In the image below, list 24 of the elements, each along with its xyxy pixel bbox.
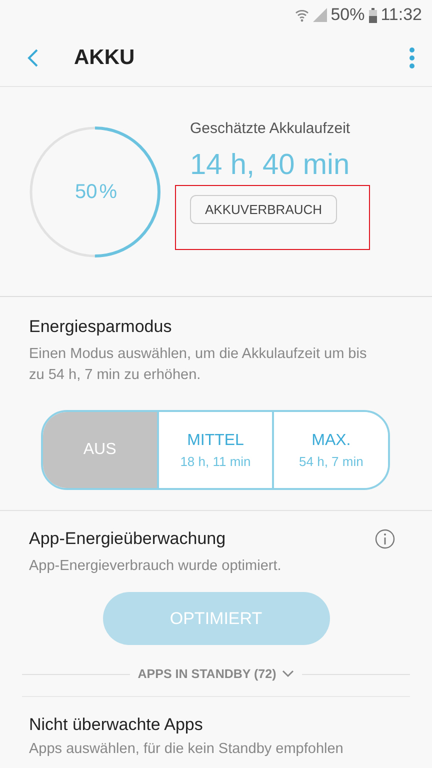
mode-option[interactable]: MITTEL 18 h, 11 min: [156, 412, 272, 488]
mode-option[interactable]: AUS: [43, 412, 157, 488]
section-title: App-Energieüberwachung: [29, 529, 226, 549]
battery-icon: [368, 8, 377, 22]
screen-title: AKKU: [74, 46, 136, 70]
clock-time: 11:32: [380, 5, 422, 25]
battery-percent: 50%: [330, 5, 365, 25]
section-description: Einen Modus auswählen, um die Akkulaufzeit um bis zu 54 h, 7 min zu erhöhen.: [29, 345, 368, 385]
signal-icon: [312, 8, 327, 22]
battery-usage-button[interactable]: AKKUVERBRAUCH: [190, 194, 338, 224]
info-icon[interactable]: [375, 529, 395, 549]
standby-apps-toggle[interactable]: APPS IN STANDBY (72): [138, 667, 294, 681]
item-description: Apps auswählen, für die kein Standby empfohlen: [29, 741, 344, 757]
battery-percent-value: 50: [74, 180, 98, 202]
section-description: App-Energieverbrauch wurde optimiert.: [28, 558, 282, 574]
estimated-time: 14 h, 40 min: [190, 148, 350, 182]
mode-option[interactable]: MAX. 54 h, 7 min: [272, 412, 388, 488]
more-options-icon: [408, 47, 416, 69]
chevron-down-icon: [282, 670, 294, 678]
item-title[interactable]: Nicht überwachte Apps: [29, 715, 403, 735]
percent-sign: %: [99, 180, 118, 202]
estimate-label: Geschätzte Akkulaufzeit: [190, 120, 350, 136]
wifi-icon: [294, 8, 309, 22]
section-title: Energiesparmodus: [29, 317, 173, 337]
